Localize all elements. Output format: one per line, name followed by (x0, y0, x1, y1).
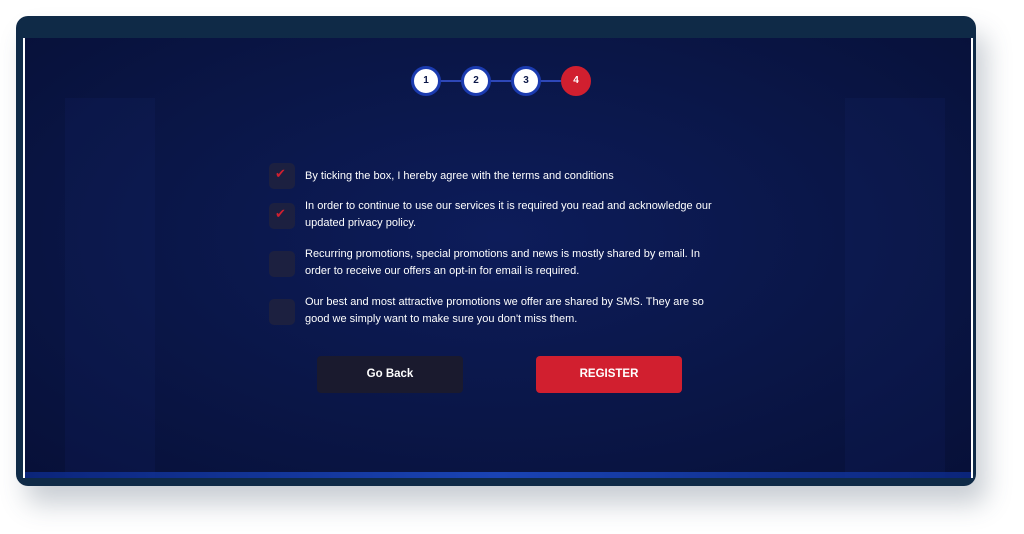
email-text: Recurring promotions, special promotions… (305, 248, 700, 277)
bottom-glow-line (25, 472, 971, 478)
email-checkbox[interactable] (269, 251, 295, 277)
go-back-button[interactable]: Go Back (317, 356, 463, 393)
checkmark-icon: ✔ (275, 167, 286, 182)
sms-text: Our best and most attractive promotions … (305, 296, 704, 325)
background-pillar-left (65, 98, 155, 478)
progress-stepper: 1 2 3 4 (411, 66, 591, 96)
step-4-active[interactable]: 4 (561, 66, 591, 96)
privacy-text: In order to continue to use our services… (305, 200, 712, 229)
step-2[interactable]: 2 (461, 66, 491, 96)
registration-panel: 1 2 3 4 ✔ By ticking the box, I hereby a… (23, 38, 973, 478)
terms-text: By ticking the box, I hereby agree with … (305, 170, 614, 182)
terms-checkbox[interactable]: ✔ (269, 163, 295, 189)
step-3[interactable]: 3 (511, 66, 541, 96)
sms-checkbox[interactable] (269, 299, 295, 325)
stepper-line (423, 80, 579, 82)
checkmark-icon: ✔ (275, 207, 286, 222)
step-1[interactable]: 1 (411, 66, 441, 96)
privacy-checkbox[interactable]: ✔ (269, 203, 295, 229)
window-frame: 1 2 3 4 ✔ By ticking the box, I hereby a… (16, 16, 976, 486)
background-pillar-right (845, 98, 945, 478)
register-button[interactable]: REGISTER (536, 356, 682, 393)
